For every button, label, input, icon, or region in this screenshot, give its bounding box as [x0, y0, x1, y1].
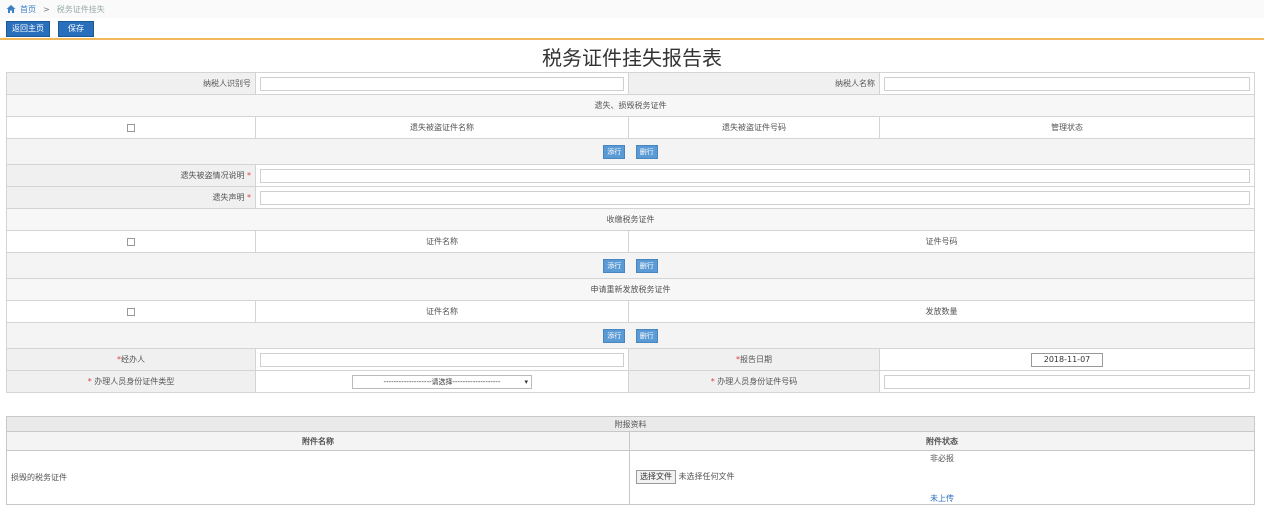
- breadcrumb: 首页 > 税务证件挂失: [6, 3, 105, 15]
- collect-add-row-button[interactable]: 添行: [603, 258, 626, 273]
- attachment-col-name: 附件名称: [6, 431, 630, 451]
- handler-input[interactable]: [260, 352, 624, 367]
- id-number-label-text: 办理人员身份证件号码: [717, 377, 798, 386]
- taxpayer-id-label: 纳税人识别号: [6, 72, 256, 95]
- lost-add-row-button[interactable]: 添行: [603, 144, 626, 159]
- lost-statement-label: 遗失声明 *: [6, 186, 256, 209]
- collect-section-title: 收缴税务证件: [6, 208, 1255, 231]
- lost-statement-input[interactable]: [260, 190, 1250, 205]
- breadcrumb-current: 税务证件挂失: [56, 4, 105, 14]
- id-number-input[interactable]: [884, 374, 1250, 389]
- taxpayer-id-input[interactable]: [260, 76, 624, 91]
- upload-status-link[interactable]: 未上传: [630, 493, 1254, 504]
- attachment-requirement: 非必报: [930, 454, 954, 463]
- lost-delete-row-button[interactable]: 删行: [635, 144, 658, 159]
- attachment-status-cell: 非必报 选择文件 未选择任何文件 未上传: [629, 450, 1255, 505]
- id-type-selected: -------------------请选择------------------…: [383, 377, 501, 386]
- report-form: 纳税人识别号 纳税人名称 遗失、损毁税务证件 遗失被盗证件名称 遗失被盗证件号码…: [6, 72, 1255, 393]
- reissue-col-quantity: 发放数量: [628, 300, 1255, 323]
- lost-desc-label: 遗失被盗情况说明 *: [6, 164, 256, 187]
- lost-section-title: 遗失、损毁税务证件: [6, 94, 1255, 117]
- lost-select-all-checkbox[interactable]: [127, 123, 135, 132]
- required-mark: *: [247, 193, 251, 202]
- handler-label-text: 经办人: [121, 355, 145, 364]
- id-type-label-text: 办理人员身份证件类型: [94, 377, 175, 386]
- attachment-col-status: 附件状态: [629, 431, 1255, 451]
- attachment-table: 附报资料 附件名称 附件状态 损毁的税务证件 非必报 选择文件 未选择任何文件 …: [6, 416, 1255, 505]
- handler-label: *经办人: [6, 348, 256, 371]
- choose-file-button[interactable]: 选择文件: [636, 470, 676, 484]
- required-mark: *: [710, 377, 715, 386]
- required-mark: *: [247, 171, 251, 180]
- lost-statement-label-text: 遗失声明: [212, 193, 245, 202]
- toolbar: 返回主页 保存: [0, 18, 1264, 40]
- lost-col-status: 管理状态: [879, 116, 1255, 139]
- lost-actions: 添行 删行: [6, 138, 1255, 165]
- lost-desc-input[interactable]: [260, 168, 1250, 183]
- reissue-col-name: 证件名称: [255, 300, 629, 323]
- page-title: 税务证件挂失报告表: [542, 46, 722, 70]
- lost-col-name: 遗失被盗证件名称: [255, 116, 629, 139]
- taxpayer-name-label: 纳税人名称: [628, 72, 880, 95]
- collect-col-number: 证件号码: [628, 230, 1255, 253]
- id-type-label: * 办理人员身份证件类型: [6, 370, 256, 393]
- reissue-actions: 添行 删行: [6, 322, 1255, 349]
- id-type-select[interactable]: -------------------请选择------------------…: [352, 374, 532, 389]
- breadcrumb-separator: >: [43, 4, 50, 14]
- report-date-input[interactable]: 2018-11-07: [1031, 352, 1103, 367]
- attachment-name: 损毁的税务证件: [6, 450, 630, 505]
- lost-col-number: 遗失被盗证件号码: [628, 116, 880, 139]
- taxpayer-name-input[interactable]: [884, 76, 1250, 91]
- reissue-select-all-checkbox[interactable]: [127, 307, 135, 316]
- reissue-section-title: 申请重新发放税务证件: [6, 278, 1255, 301]
- save-button[interactable]: 保存: [58, 21, 94, 37]
- lost-desc-label-text: 遗失被盗情况说明: [180, 171, 245, 180]
- breadcrumb-home[interactable]: 首页: [20, 4, 36, 15]
- collect-select-all-checkbox[interactable]: [127, 237, 135, 246]
- home-icon[interactable]: [6, 4, 16, 14]
- reissue-add-row-button[interactable]: 添行: [603, 328, 626, 343]
- collect-delete-row-button[interactable]: 删行: [635, 258, 658, 273]
- top-bar: 首页 > 税务证件挂失: [0, 0, 1264, 18]
- report-date-label: *报告日期: [628, 348, 880, 371]
- collect-col-name: 证件名称: [255, 230, 629, 253]
- no-file-text: 未选择任何文件: [678, 472, 735, 481]
- chevron-down-icon: ▾: [524, 377, 528, 386]
- id-number-label: * 办理人员身份证件号码: [628, 370, 880, 393]
- reissue-delete-row-button[interactable]: 删行: [635, 328, 658, 343]
- attachment-title: 附报资料: [6, 416, 1255, 432]
- report-date-label-text: 报告日期: [740, 355, 772, 364]
- required-mark: *: [87, 377, 92, 386]
- collect-actions: 添行 删行: [6, 252, 1255, 279]
- back-home-button[interactable]: 返回主页: [6, 21, 50, 37]
